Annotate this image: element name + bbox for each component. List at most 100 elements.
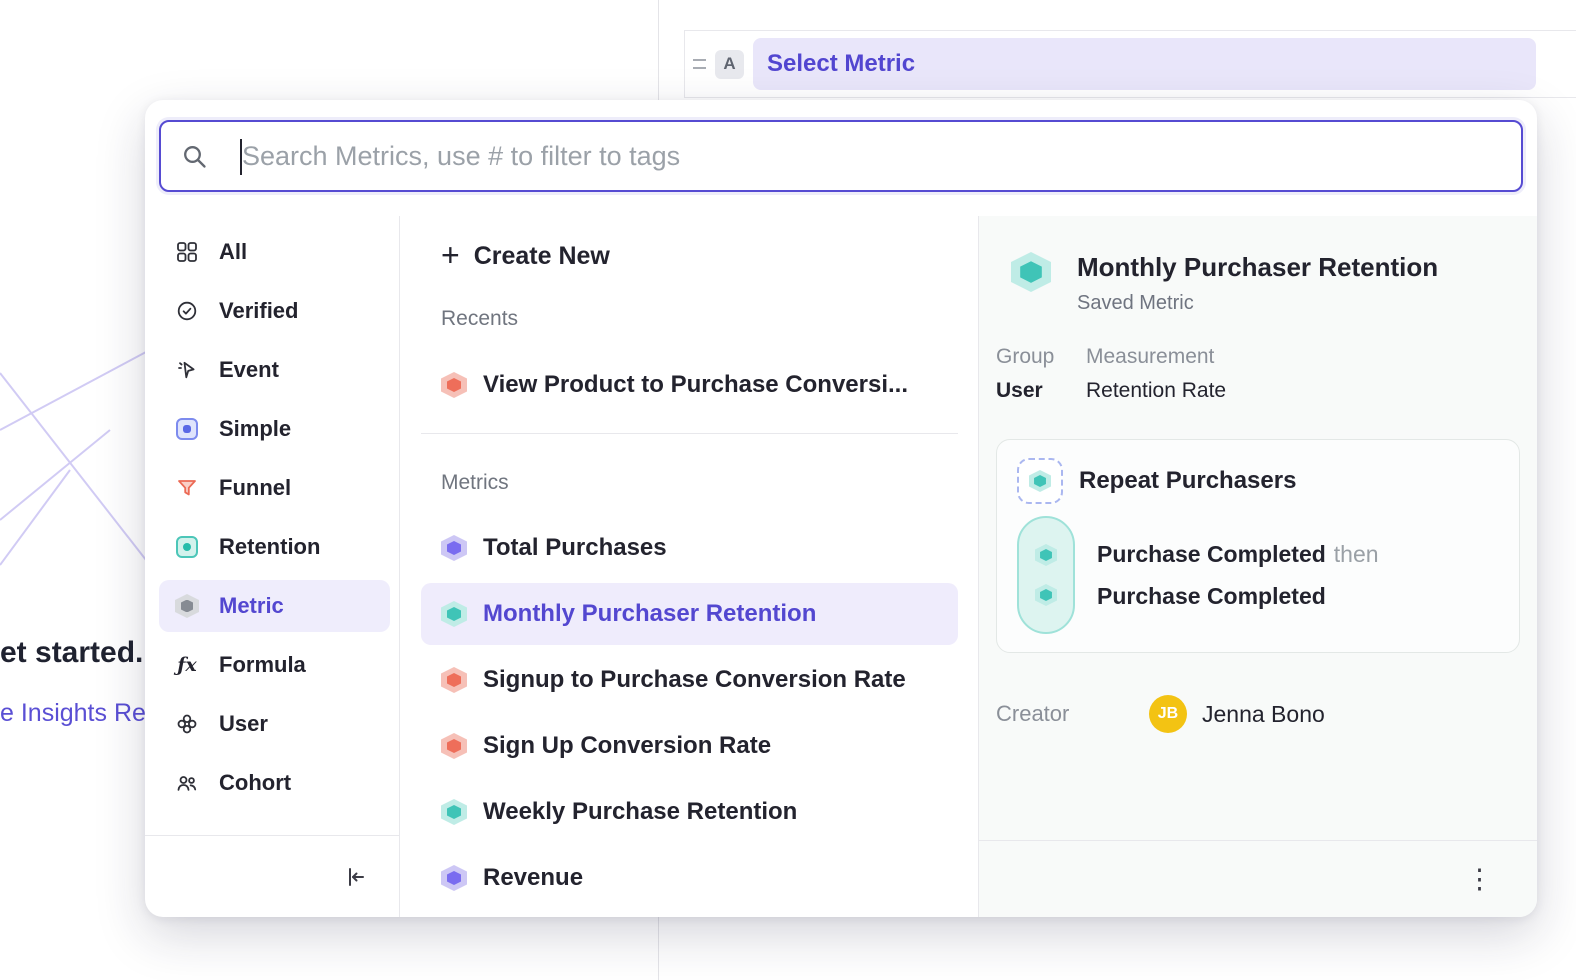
event-sequence-pill — [1017, 516, 1075, 634]
metric-item-sign-up-conversion-rate[interactable]: Sign Up Conversion Rate — [421, 715, 958, 777]
event-cursor-icon — [175, 358, 199, 382]
metric-meta: Group User Measurement Retention Rate — [996, 345, 1520, 403]
creator-avatar: JB — [1149, 695, 1187, 733]
metrics-header: Metrics — [421, 470, 958, 496]
sidebar-item-metric[interactable]: Metric — [159, 580, 390, 632]
red-hexagon-icon — [441, 667, 467, 693]
plus-icon: + — [441, 239, 460, 271]
drag-handle-icon[interactable] — [693, 59, 706, 69]
step-connector: then — [1334, 541, 1379, 568]
step-event-name: Purchase Completed — [1097, 541, 1326, 568]
metric-item-monthly-purchaser-retention[interactable]: Monthly Purchaser Retention — [421, 583, 958, 645]
metric-picker-modal: All Verified Event Simple — [145, 100, 1537, 917]
purple-hexagon-icon — [441, 535, 467, 561]
collapse-sidebar-button[interactable] — [339, 861, 371, 893]
metric-item-label: Revenue — [483, 864, 583, 892]
group-label: Group — [996, 345, 1062, 369]
search-input[interactable] — [242, 141, 1501, 172]
event-sequence: Purchase Completed then Purchase Complet… — [1017, 516, 1499, 634]
sidebar-item-label: Simple — [219, 416, 291, 442]
definition-title: Repeat Purchasers — [1079, 467, 1296, 495]
event-steps: Purchase Completed then Purchase Complet… — [1097, 516, 1379, 634]
metric-item-label: Total Purchases — [483, 534, 667, 562]
recent-item[interactable]: View Product to Purchase Conversi... — [421, 356, 958, 414]
metric-item-label: Weekly Purchase Retention — [483, 798, 797, 826]
metric-item-label: Monthly Purchaser Retention — [483, 600, 816, 628]
metric-item-label: Sign Up Conversion Rate — [483, 732, 771, 760]
results-column: + Create New Recents View Product to Pur… — [401, 216, 978, 917]
select-metric-label: Select Metric — [767, 50, 915, 78]
recent-item-label: View Product to Purchase Conversi... — [483, 371, 908, 399]
event-hexagon-icon — [1035, 584, 1057, 606]
sidebar-item-label: Funnel — [219, 475, 291, 501]
creator-name: Jenna Bono — [1202, 701, 1325, 728]
collapse-icon — [343, 865, 367, 889]
sidebar-item-label: Retention — [219, 534, 320, 560]
results-divider — [421, 433, 958, 434]
metric-item-label: Signup to Purchase Conversion Rate — [483, 666, 906, 694]
metric-item-total-purchases[interactable]: Total Purchases — [421, 517, 958, 579]
detail-content: Monthly Purchaser Retention Saved Metric… — [979, 216, 1537, 840]
sidebar-item-label: Event — [219, 357, 279, 383]
event-hexagon-icon — [1035, 544, 1057, 566]
repeat-purchasers-icon — [1017, 458, 1063, 504]
creator-label: Creator — [996, 701, 1149, 727]
formula-fx-icon: ƒx — [175, 653, 199, 677]
sidebar-footer — [145, 835, 399, 917]
retention-icon — [175, 535, 199, 559]
verified-badge-icon — [175, 299, 199, 323]
sidebar-item-event[interactable]: Event — [159, 344, 390, 396]
detail-panel: Monthly Purchaser Retention Saved Metric… — [978, 216, 1537, 917]
red-hexagon-icon — [441, 372, 467, 398]
teal-hexagon-icon — [1029, 470, 1051, 492]
sidebar-item-label: Metric — [219, 593, 284, 619]
sidebar-item-funnel[interactable]: Funnel — [159, 462, 390, 514]
user-flower-icon — [175, 712, 199, 736]
funnel-icon — [175, 476, 199, 500]
detail-header: Monthly Purchaser Retention Saved Metric — [996, 252, 1520, 315]
sidebar-item-label: User — [219, 711, 268, 737]
detail-subtitle: Saved Metric — [1077, 292, 1438, 315]
metric-item-revenue[interactable]: Revenue — [421, 847, 958, 909]
sidebar-item-label: Verified — [219, 298, 298, 324]
step-event-name: Purchase Completed — [1097, 583, 1326, 610]
grid-icon — [175, 240, 199, 264]
partial-heading-text: et started. — [0, 636, 143, 670]
filter-sidebar: All Verified Event Simple — [145, 216, 400, 917]
detail-footer: ⋮ — [979, 840, 1537, 917]
row-label-badge[interactable]: A — [715, 50, 744, 79]
text-caret — [240, 139, 242, 175]
sidebar-item-formula[interactable]: ƒx Formula — [159, 639, 390, 691]
search-box — [159, 120, 1523, 192]
metric-item-signup-to-purchase-conversion-rate[interactable]: Signup to Purchase Conversion Rate — [421, 649, 958, 711]
recents-header: Recents — [421, 306, 958, 332]
sidebar-item-user[interactable]: User — [159, 698, 390, 750]
sidebar-item-simple[interactable]: Simple — [159, 403, 390, 455]
kebab-icon: ⋮ — [1466, 864, 1493, 894]
insights-report-link[interactable]: e Insights Re — [0, 699, 146, 728]
sidebar-item-cohort[interactable]: Cohort — [159, 757, 390, 809]
saved-metric-icon — [1011, 252, 1051, 292]
more-options-button[interactable]: ⋮ — [1458, 860, 1501, 899]
simple-metric-icon — [175, 417, 199, 441]
teal-hexagon-icon — [441, 799, 467, 825]
metric-hexagon-icon — [175, 594, 199, 618]
search-icon — [181, 143, 208, 170]
metric-item-weekly-purchase-retention[interactable]: Weekly Purchase Retention — [421, 781, 958, 843]
sidebar-item-label: All — [219, 239, 247, 265]
measurement-value: Retention Rate — [1086, 379, 1226, 403]
measurement-label: Measurement — [1086, 345, 1226, 369]
create-new-button[interactable]: + Create New — [421, 232, 958, 280]
group-value: User — [996, 379, 1062, 403]
teal-hexagon-icon — [441, 601, 467, 627]
sidebar-item-all[interactable]: All — [159, 226, 390, 278]
metric-definition-card: Repeat Purchasers Purchase Completed the… — [996, 439, 1520, 653]
creator-row: Creator JB Jenna Bono — [996, 695, 1520, 733]
sidebar-item-label: Cohort — [219, 770, 291, 796]
select-metric-button[interactable]: Select Metric — [753, 38, 1536, 90]
sidebar-item-verified[interactable]: Verified — [159, 285, 390, 337]
definition-card-header: Repeat Purchasers — [1017, 458, 1499, 504]
sidebar-item-retention[interactable]: Retention — [159, 521, 390, 573]
purple-hexagon-icon — [441, 865, 467, 891]
step-2: Purchase Completed — [1097, 576, 1379, 616]
